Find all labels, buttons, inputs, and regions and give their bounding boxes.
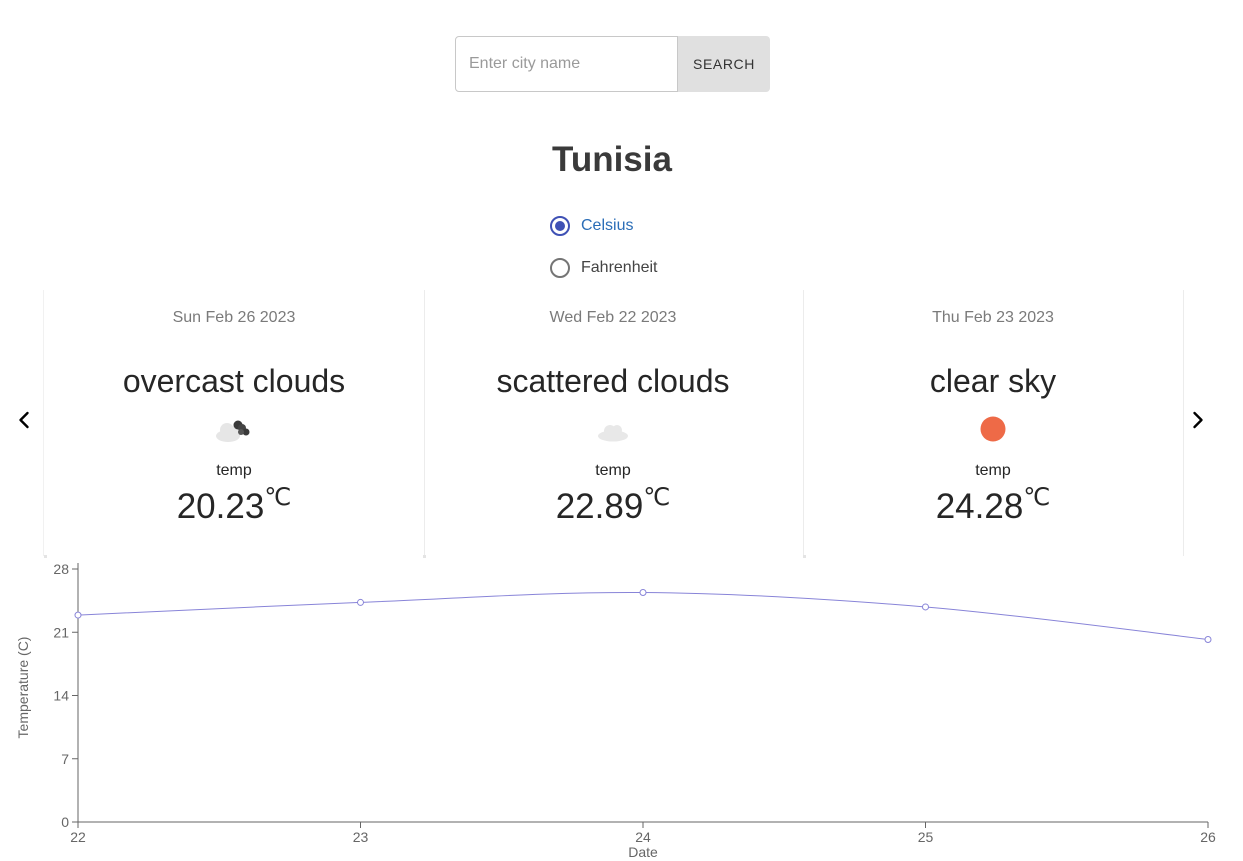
temp-number: 24.28 (935, 487, 1024, 526)
x-tick-label: 25 (918, 829, 934, 845)
radio-checked-icon[interactable] (550, 216, 570, 236)
search-bar: SEARCH (455, 36, 770, 92)
temp-number: 22.89 (555, 487, 644, 526)
y-tick-label: 0 (61, 814, 69, 830)
chevron-right-icon (1193, 411, 1203, 429)
forecast-date: Wed Feb 22 2023 (549, 309, 677, 326)
forecast-description: scattered clouds (496, 363, 730, 399)
temp-number: 20.23 (176, 487, 265, 526)
x-tick-label: 23 (353, 829, 369, 845)
overcast-clouds-icon (216, 420, 250, 442)
y-tick-label: 28 (53, 561, 69, 577)
temp-unit: ℃ (1023, 485, 1051, 511)
radio-celsius[interactable]: Celsius (549, 216, 633, 236)
chevron-left-icon (19, 411, 29, 429)
x-tick-label: 26 (1200, 829, 1216, 845)
sun-icon (980, 416, 1006, 442)
temperature-line-chart: 0 7 14 21 28 22 23 24 25 26 Date Temperature (C) (15, 561, 1216, 860)
y-tick-label: 14 (53, 688, 69, 704)
forecast-description: clear sky (929, 363, 1057, 399)
city-title: Tunisia (552, 140, 672, 179)
temp-label: temp (595, 462, 631, 479)
forecast-description: overcast clouds (122, 363, 346, 399)
temp-value: 24.28℃ (803, 485, 1183, 527)
city-search-input[interactable] (455, 36, 678, 92)
carousel-prev-button[interactable] (12, 408, 36, 432)
temp-unit: ℃ (643, 485, 671, 511)
data-point (357, 598, 364, 606)
weather-app: SEARCH Tunisia Celsius Fahrenheit Sun Fe… (0, 0, 1243, 861)
radio-unchecked-icon[interactable] (550, 258, 570, 278)
data-point (922, 603, 929, 611)
forecast-card: Sun Feb 26 2023 overcast clouds temp 20.… (43, 290, 425, 558)
forecast-date: Sun Feb 26 2023 (172, 309, 296, 326)
temp-label: temp (975, 462, 1011, 479)
forecast-card: Thu Feb 23 2023 clear sky temp 24.28℃ (803, 290, 1184, 558)
x-tick-label: 24 (635, 829, 651, 845)
y-tick-label: 7 (61, 751, 69, 767)
temp-label: temp (216, 462, 252, 479)
search-button[interactable]: SEARCH (678, 36, 770, 92)
x-tick-label: 22 (70, 829, 86, 845)
temperature-chart: 0 7 14 21 28 22 23 24 25 26 Date Temperature (C) (0, 556, 1243, 861)
forecast-carousel: Sun Feb 26 2023 overcast clouds temp 20.… (0, 290, 1243, 558)
radio-label-fahrenheit: Fahrenheit (581, 259, 658, 276)
data-point (639, 588, 647, 596)
y-axis-label: Temperature (C) (15, 637, 31, 739)
radio-fahrenheit[interactable]: Fahrenheit (549, 258, 658, 278)
data-point (74, 611, 82, 619)
radio-label-celsius: Celsius (581, 217, 634, 234)
temp-value: 20.23℃ (44, 485, 424, 527)
forecast-card: Wed Feb 22 2023 scattered clouds temp 22… (423, 290, 804, 558)
x-axis-label: Date (628, 844, 658, 860)
forecast-date: Thu Feb 23 2023 (932, 309, 1054, 326)
scattered-clouds-icon (598, 425, 628, 442)
temp-value: 22.89℃ (423, 485, 803, 527)
temperature-line (77, 591, 1209, 640)
temp-unit: ℃ (264, 485, 292, 511)
data-point (1204, 635, 1212, 643)
y-tick-label: 21 (53, 624, 69, 640)
carousel-next-button[interactable] (1186, 408, 1210, 432)
